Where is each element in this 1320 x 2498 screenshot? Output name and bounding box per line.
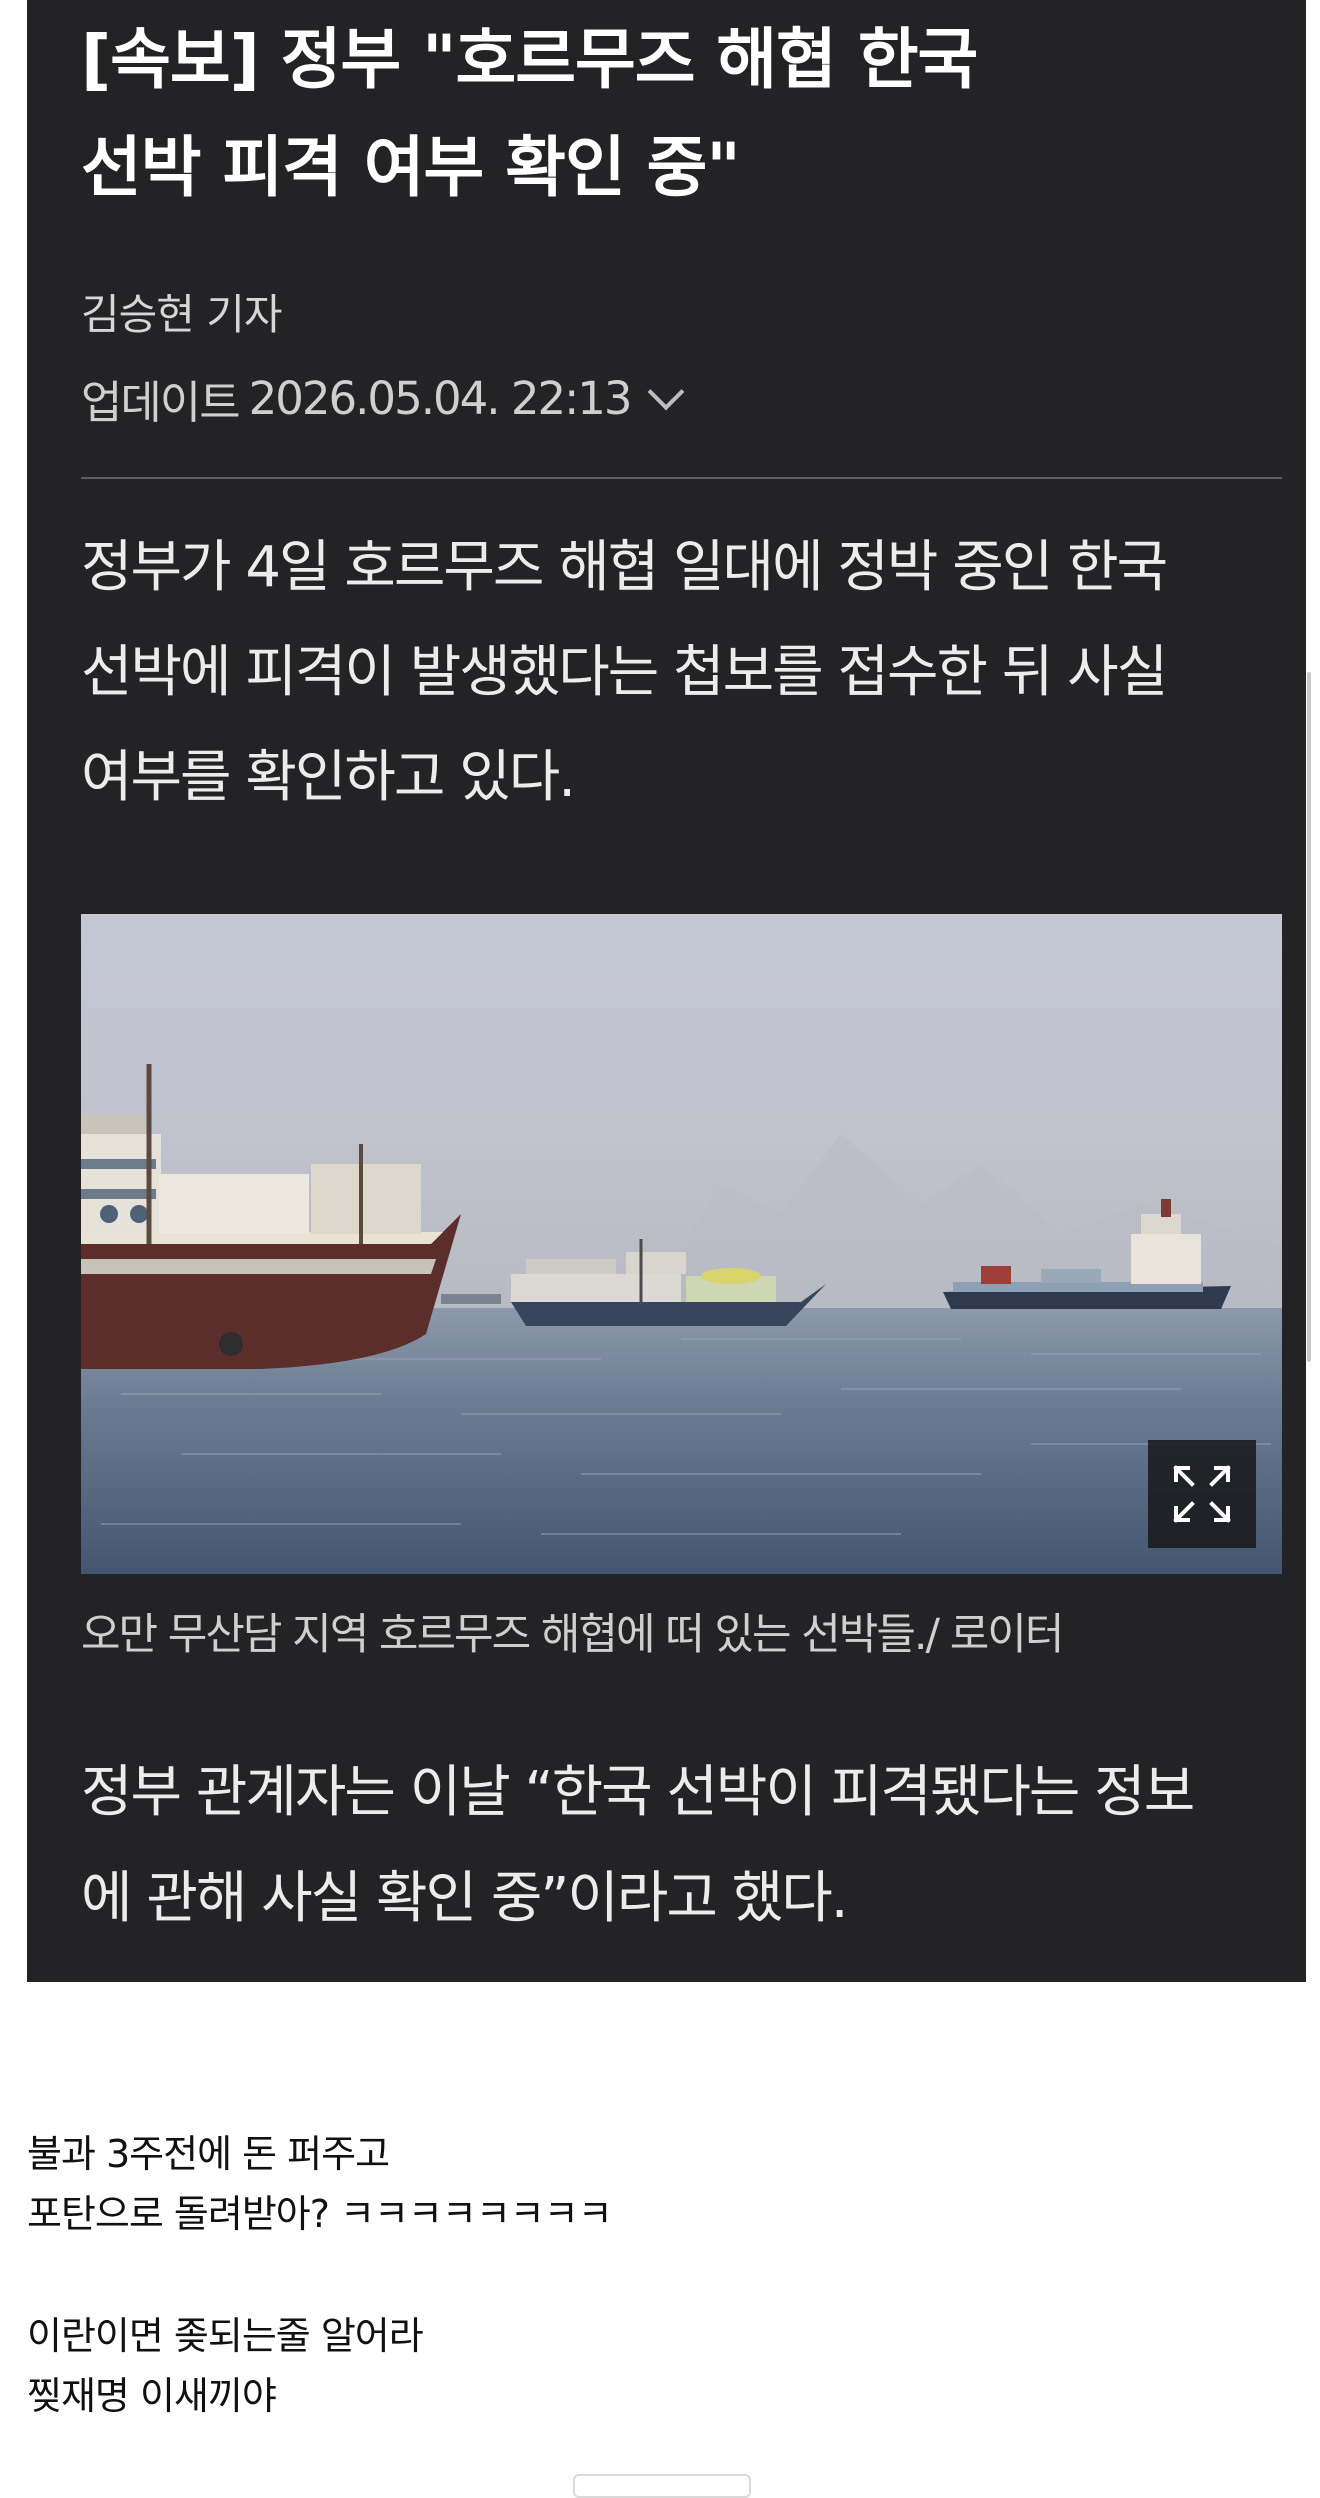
user-comment: 불과 3주전에 돈 퍼주고 포탄으로 돌려받아? ㅋㅋㅋㅋㅋㅋㅋㅋ xyxy=(27,2132,613,2236)
article-headline: [속보] 정부 "호르무즈 해협 한국 선박 피격 여부 확인 중" xyxy=(81,21,978,206)
divider xyxy=(81,477,1282,479)
expand-icon xyxy=(1173,1465,1231,1523)
article-card: [속보] 정부 "호르무즈 해협 한국 선박 피격 여부 확인 중" 김승현 기… xyxy=(27,0,1306,1982)
bottom-handle[interactable] xyxy=(573,2474,751,2498)
ships-in-strait-image xyxy=(81,914,1282,1574)
article-photo[interactable] xyxy=(81,914,1282,1574)
update-timestamp-toggle[interactable]: 업데이트 2026.05.04. 22:13 xyxy=(81,366,684,431)
article-paragraph: 정부 관계자는 이날 “한국 선박이 피격됐다는 정보 에 관해 사실 확인 중… xyxy=(81,1760,1195,1931)
photo-caption: 오만 무산담 지역 호르무즈 해협에 떠 있는 선박들./ 로이터 xyxy=(81,1610,1064,1660)
update-time: 2026.05.04. 22:13 xyxy=(248,372,633,425)
article-lead-paragraph: 정부가 4일 호르무즈 해협 일대에 정박 중인 한국 선박에 피격이 발생했다… xyxy=(81,535,1168,810)
user-comment: 이란이면 좆되는줄 알어라 찢재명 이새끼야 xyxy=(27,2314,424,2418)
expand-photo-button[interactable] xyxy=(1148,1440,1256,1548)
article-byline: 김승현 기자 xyxy=(81,290,283,339)
update-label: 업데이트 xyxy=(81,376,241,429)
scrollbar[interactable] xyxy=(1307,672,1311,1362)
chevron-down-icon[interactable] xyxy=(647,373,684,410)
